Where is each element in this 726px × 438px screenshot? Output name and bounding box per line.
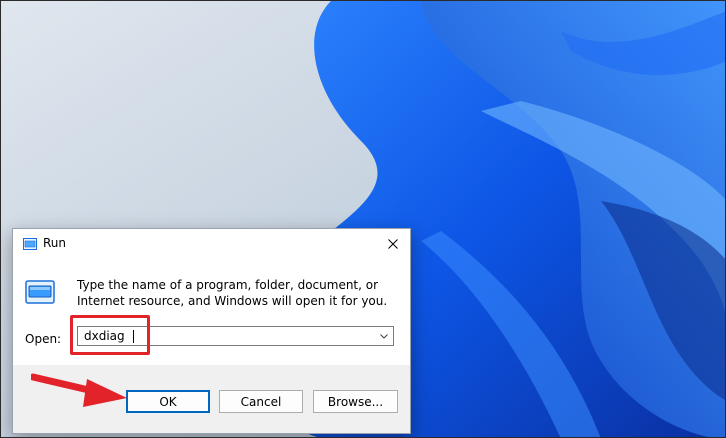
- close-icon: [388, 239, 398, 249]
- run-icon: [25, 280, 55, 304]
- red-arrow-annotation: [31, 373, 127, 407]
- dialog-description: Type the name of a program, folder, docu…: [77, 278, 388, 308]
- close-button[interactable]: [376, 229, 410, 259]
- cancel-button[interactable]: Cancel: [219, 390, 303, 413]
- screen: Run Type the name of a program, folder, …: [0, 0, 726, 438]
- input-highlight-box: [70, 315, 150, 355]
- chevron-down-icon[interactable]: [379, 331, 389, 341]
- browse-button[interactable]: Browse...: [313, 390, 398, 413]
- open-label: Open:: [25, 332, 62, 346]
- dialog-title: Run: [43, 236, 67, 250]
- dialog-body: Type the name of a program, folder, docu…: [13, 259, 410, 365]
- run-icon: [23, 238, 37, 250]
- ok-button[interactable]: OK: [126, 390, 210, 413]
- title-bar[interactable]: Run: [13, 229, 410, 259]
